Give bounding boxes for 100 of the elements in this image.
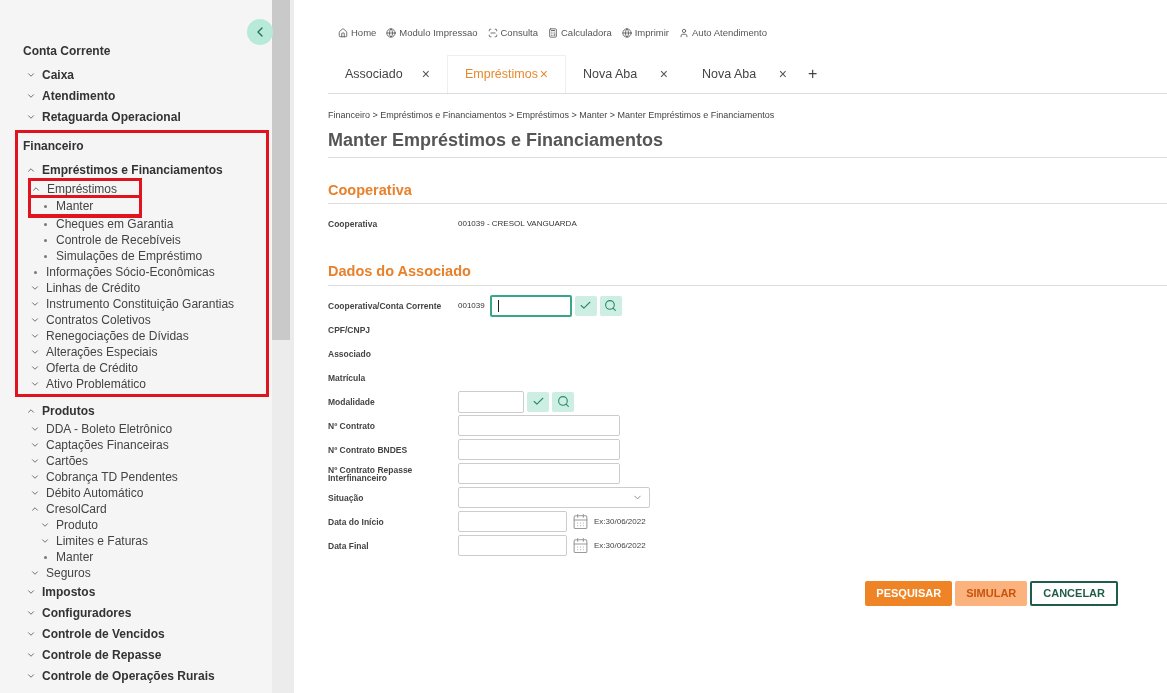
field-value: 001039 - CRESOL VANGUARDA — [458, 217, 577, 230]
page-title: Manter Empréstimos e Financiamentos — [328, 126, 1167, 158]
action-button[interactable]: CANCELAR — [1030, 581, 1118, 606]
input-field[interactable] — [458, 390, 524, 413]
field-label: Data do Início — [328, 517, 385, 526]
sidebar-item[interactable]: Instrumento Constituição Garantias — [18, 296, 266, 312]
sidebar-item[interactable]: Produto — [0, 517, 272, 533]
sidebar-item[interactable]: Débito Automático — [0, 485, 272, 501]
sidebar-item[interactable]: Produtos — [0, 400, 272, 421]
bullet-icon — [43, 254, 47, 258]
tab[interactable]: Nova Aba × — [566, 55, 685, 93]
toolbar-link[interactable]: Consulta — [487, 25, 538, 41]
field-label: Nº Contrato BNDES — [328, 445, 409, 454]
bullet-icon — [43, 204, 47, 208]
search-icon — [556, 395, 570, 408]
tab[interactable]: Nova Aba × — [685, 55, 804, 93]
confirm-button[interactable] — [574, 295, 597, 316]
sidebar-item[interactable]: Informações Sócio-Econômicas — [18, 264, 266, 280]
field-label: Nº Contrato Repasse Interfinanceiro — [328, 465, 414, 482]
sidebar-item[interactable]: Contratos Coletivos — [18, 312, 266, 328]
sidebar-item[interactable]: Ativo Problemático — [18, 376, 266, 392]
bullet-icon — [43, 238, 47, 242]
field-prefix: 001039 — [458, 299, 485, 312]
sidebar-item[interactable]: Cobrança TD Pendentes — [0, 469, 272, 485]
close-tab-icon[interactable]: × — [421, 63, 430, 85]
toolbar-link[interactable]: Imprimir — [621, 25, 669, 41]
section-title: Dados do Associado — [328, 261, 1167, 286]
field-label: Cooperativa/Conta Corrente — [328, 301, 443, 310]
sidebar-item[interactable]: Cartões — [0, 453, 272, 469]
sidebar-item[interactable]: Controle de Operações Rurais — [0, 665, 272, 686]
sidebar-item[interactable]: Cheques em Garantia — [18, 216, 266, 232]
sidebar-item[interactable]: Empréstimos e Financiamentos — [18, 159, 266, 180]
search-icon — [604, 299, 618, 312]
sidebar-item[interactable]: Manter — [0, 549, 272, 565]
sidebar-item[interactable]: Controle de Recebíveis — [18, 232, 266, 248]
sidebar-item[interactable]: Configuradores — [0, 602, 272, 623]
collapse-button[interactable] — [247, 19, 273, 45]
sidebar-item[interactable]: Oferta de Crédito — [18, 360, 266, 376]
field-label: CPF/CNPJ — [328, 325, 372, 334]
field-label: Associado — [328, 349, 372, 358]
input-field[interactable] — [458, 439, 620, 460]
confirm-button[interactable] — [527, 391, 549, 412]
toolbar-link[interactable]: Home — [338, 25, 377, 41]
tab[interactable]: Associado × — [328, 55, 447, 93]
sidebar-item[interactable]: Simulações de Empréstimo — [18, 248, 266, 264]
field-label: Modalidade — [328, 397, 376, 406]
sidebar-item[interactable]: Renegociações de Dívidas — [18, 328, 266, 344]
calendar-icon[interactable] — [572, 537, 589, 554]
field-label: Matrícula — [328, 373, 367, 382]
text-cursor — [497, 299, 499, 312]
date-field[interactable] — [458, 535, 567, 556]
globe-icon — [386, 28, 397, 38]
sidebar-item[interactable]: Linhas de Crédito — [18, 280, 266, 296]
sidebar-item[interactable]: DDA - Boleto Eletrônico — [0, 421, 272, 437]
sidebar-item[interactable]: Caixa — [0, 64, 272, 85]
sidebar-item[interactable]: Limites e Faturas — [0, 533, 272, 549]
sidebar-item[interactable]: Captações Financeiras — [0, 437, 272, 453]
section-title: Cooperativa — [328, 179, 1167, 205]
scrollbar[interactable] — [272, 0, 294, 693]
globe-icon — [621, 28, 632, 38]
toolbar-link[interactable]: Auto Atendimento — [679, 25, 767, 41]
check-icon — [531, 395, 545, 408]
scan-icon — [487, 28, 498, 38]
section-heading: Conta Corrente — [22, 43, 112, 60]
field-label: Situação — [328, 493, 365, 502]
sidebar-item[interactable]: Seguros — [0, 565, 272, 581]
date-hint: Ex:30/06/2022 — [594, 539, 646, 552]
field-label: Nº Contrato — [328, 421, 376, 430]
date-field[interactable] — [458, 511, 567, 532]
sidebar-item[interactable]: Atendimento — [0, 85, 272, 106]
search-button[interactable] — [552, 391, 574, 412]
date-hint: Ex:30/06/2022 — [594, 515, 646, 528]
add-tab-button[interactable]: + — [804, 55, 822, 93]
search-button[interactable] — [599, 295, 622, 316]
toolbar-link[interactable]: Calculadora — [548, 25, 612, 41]
input-field[interactable] — [458, 415, 620, 436]
close-tab-icon[interactable]: × — [659, 63, 668, 85]
section-heading: Financeiro — [22, 138, 85, 155]
sidebar-item[interactable]: Controle de Vencidos — [0, 623, 272, 644]
input-field[interactable] — [458, 463, 620, 484]
calendar-icon[interactable] — [572, 513, 589, 530]
sidebar-item[interactable]: Manter — [31, 198, 139, 214]
bullet-icon — [43, 555, 47, 559]
close-tab-icon[interactable]: × — [778, 63, 787, 85]
calculator-icon — [548, 28, 558, 38]
check-icon — [579, 299, 593, 312]
sidebar-item[interactable]: CresolCard — [0, 501, 272, 517]
toolbar-link[interactable]: Modulo Impressao — [386, 25, 478, 41]
field-label: Cooperativa — [328, 219, 379, 228]
select-field[interactable] — [458, 487, 650, 508]
user-icon — [679, 28, 689, 38]
bullet-icon — [33, 270, 37, 274]
sidebar-item[interactable]: Impostos — [0, 581, 272, 602]
sidebar-item[interactable]: Alterações Especiais — [18, 344, 266, 360]
sidebar-item[interactable]: Retaguarda Operacional — [0, 106, 272, 127]
input-field[interactable] — [489, 294, 572, 317]
sidebar-item[interactable]: Controle de Repasse — [0, 644, 272, 665]
sidebar-item[interactable]: Empréstimos — [31, 181, 139, 197]
breadcrumb: Financeiro > Empréstimos e Financiamentos > Empréstimos > Manter > Manter Empréstimos e Financiamentos — [328, 109, 776, 122]
bullet-icon — [43, 222, 47, 226]
